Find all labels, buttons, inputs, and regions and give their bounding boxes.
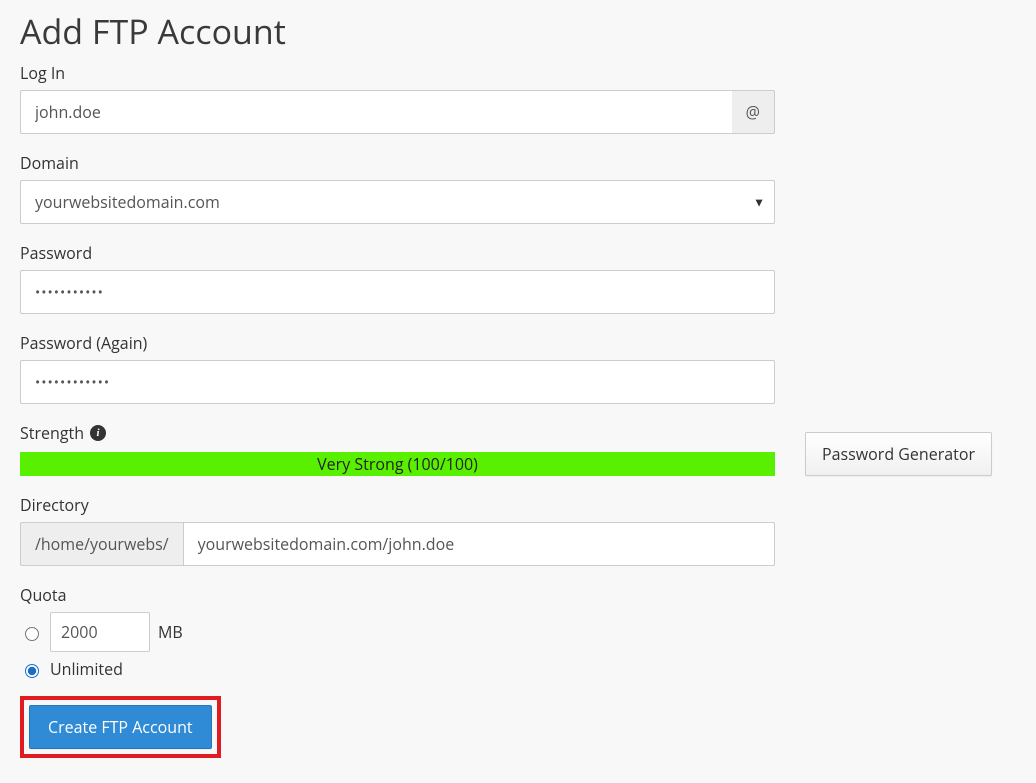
login-label: Log In (20, 62, 775, 84)
quota-mb-unit: MB (158, 621, 183, 643)
page-title: Add FTP Account (20, 8, 1016, 54)
quota-limited-radio[interactable] (25, 627, 39, 641)
at-addon: @ (732, 90, 775, 134)
directory-prefix: /home/yourwebs/ (20, 522, 183, 566)
quota-unlimited-radio[interactable] (25, 664, 39, 678)
password-input[interactable] (20, 270, 775, 314)
password-label: Password (20, 242, 775, 264)
login-input[interactable] (20, 90, 732, 134)
domain-label: Domain (20, 152, 775, 174)
strength-meter: Very Strong (100/100) (20, 452, 775, 476)
password-generator-button[interactable]: Password Generator (805, 432, 992, 476)
quota-unlimited-label: Unlimited (50, 658, 123, 680)
strength-label: Strength (20, 422, 84, 444)
password-again-input[interactable] (20, 360, 775, 404)
domain-select[interactable]: yourwebsitedomain.com (20, 180, 775, 224)
create-ftp-account-button[interactable]: Create FTP Account (29, 705, 212, 749)
password-again-label: Password (Again) (20, 332, 775, 354)
directory-input[interactable] (183, 522, 775, 566)
quota-mb-input[interactable] (50, 612, 150, 652)
info-icon[interactable]: i (90, 425, 106, 441)
directory-label: Directory (20, 494, 775, 516)
quota-label: Quota (20, 584, 775, 606)
submit-highlight: Create FTP Account (20, 696, 221, 758)
